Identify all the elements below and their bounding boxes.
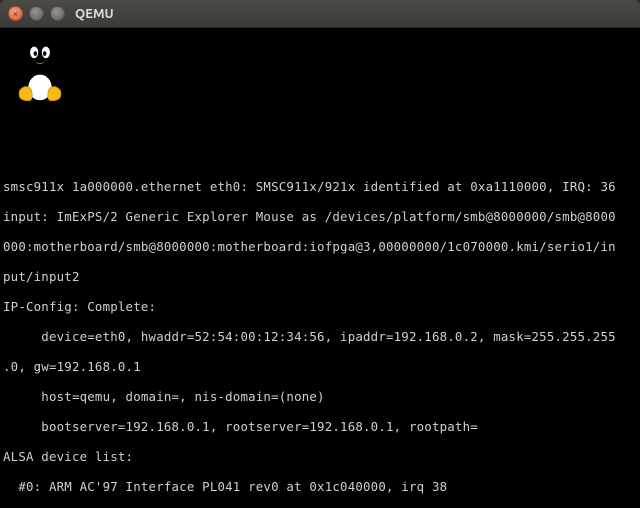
- boot-line: ALSA device list:: [3, 449, 637, 464]
- boot-line: input: ImExPS/2 Generic Explorer Mouse a…: [3, 209, 637, 224]
- close-icon[interactable]: ×: [8, 6, 23, 21]
- boot-line: host=qemu, domain=, nis-domain=(none): [3, 389, 637, 404]
- boot-line: .0, gw=192.168.0.1: [3, 359, 637, 374]
- maximize-icon[interactable]: [50, 6, 65, 21]
- boot-line: put/input2: [3, 269, 637, 284]
- boot-line: IP-Config: Complete:: [3, 299, 637, 314]
- boot-line: device=eth0, hwaddr=52:54:00:12:34:56, i…: [3, 329, 637, 344]
- minimize-icon[interactable]: [29, 6, 44, 21]
- boot-line: #0: ARM AC'97 Interface PL041 rev0 at 0x…: [3, 479, 637, 494]
- boot-line: bootserver=192.168.0.1, rootserver=192.1…: [3, 419, 637, 434]
- window-title: QEMU: [75, 7, 114, 21]
- tux-logo-icon: [10, 32, 70, 102]
- terminal-content: smsc911x 1a000000.ethernet eth0: SMSC911…: [3, 88, 637, 508]
- titlebar: × QEMU: [0, 0, 640, 28]
- window-controls: ×: [8, 6, 65, 21]
- terminal[interactable]: smsc911x 1a000000.ethernet eth0: SMSC911…: [0, 28, 640, 508]
- boot-line: smsc911x 1a000000.ethernet eth0: SMSC911…: [3, 179, 637, 194]
- boot-line: 000:motherboard/smb@8000000:motherboard:…: [3, 239, 637, 254]
